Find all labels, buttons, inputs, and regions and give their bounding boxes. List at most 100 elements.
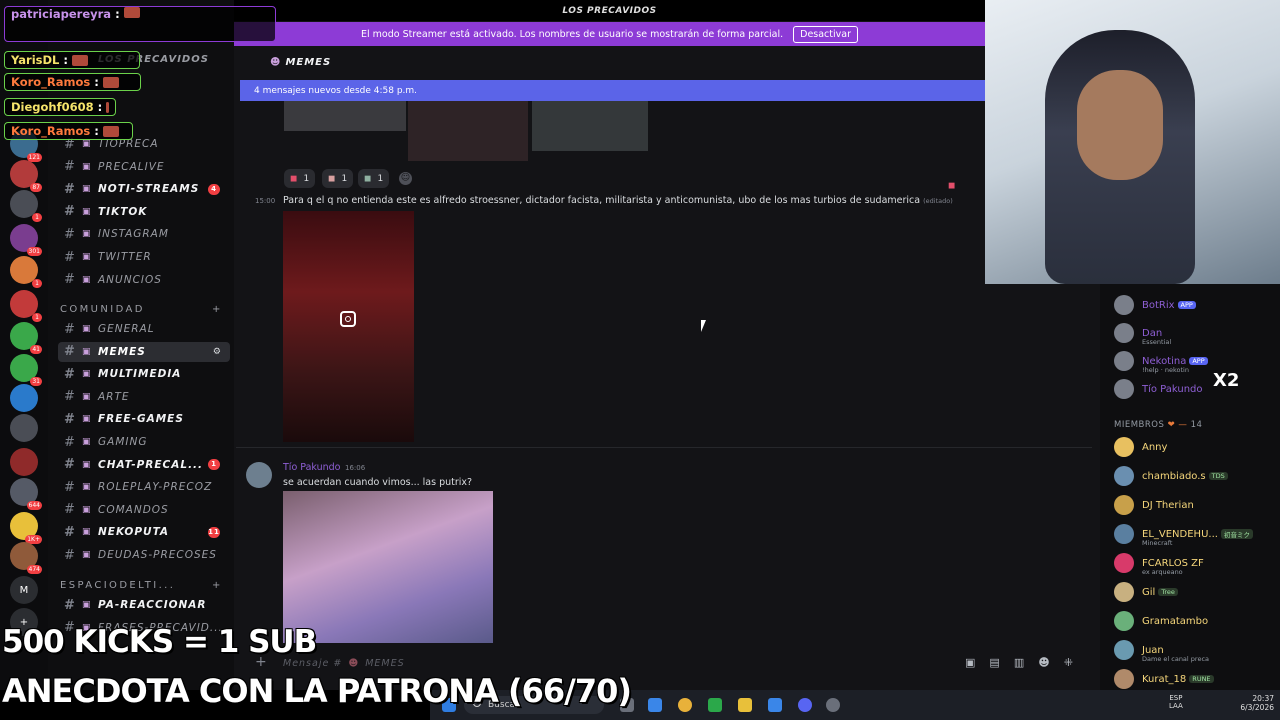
channel-noti-streams[interactable]: # ▣ NOTI-STREAMS 4 xyxy=(58,179,230,199)
member-name: Anny xyxy=(1142,441,1168,453)
emoji-icon[interactable]: ☻ xyxy=(1038,656,1063,669)
obs-icon[interactable] xyxy=(826,698,840,712)
server-icon[interactable]: 41 xyxy=(10,322,42,354)
chat-username: Koro_Ramos xyxy=(11,124,91,138)
unread-count-badge: 1 xyxy=(208,459,220,471)
channel-general[interactable]: # ▣ GENERAL xyxy=(58,319,230,339)
new-messages-bar[interactable]: 4 mensajes nuevos desde 4:58 p.m. xyxy=(240,80,985,101)
image-attachment[interactable] xyxy=(283,491,493,643)
server-icon[interactable]: 31 xyxy=(10,354,42,386)
member-row[interactable]: DJ Therian xyxy=(1114,492,1280,518)
channel-precalive[interactable]: # ▣ PRECALIVE xyxy=(58,157,230,177)
message-author[interactable]: Tío Pakundo xyxy=(283,462,341,473)
chat-emote-icon xyxy=(71,54,88,66)
chat-emote-icon xyxy=(102,125,119,137)
store-icon[interactable] xyxy=(768,698,782,712)
member-row[interactable]: Tío Pakundo xyxy=(1114,376,1280,402)
channel-roleplay-precoz[interactable]: # ▣ ROLEPLAY-PRECOZ xyxy=(58,477,230,497)
member-row[interactable]: FCARLOS ZF ex arqueano xyxy=(1114,550,1280,576)
chat-colon: : xyxy=(97,100,103,114)
reaction-2[interactable]: ◼ 1 xyxy=(322,169,354,188)
xbox-icon[interactable] xyxy=(708,698,722,712)
channel-emoji-icon: ▣ xyxy=(82,252,92,262)
stream-overlay-line2: ANECDOTA CON LA PATRONA (66/70) xyxy=(2,672,632,710)
clock-time: 20:37 xyxy=(1252,694,1274,703)
language-indicator[interactable]: ESP LAA xyxy=(1169,694,1183,710)
message-body: se acuerdan cuando vimos... las putrix? xyxy=(283,477,473,488)
member-row[interactable]: Dan Essential xyxy=(1114,320,1280,346)
server-icon[interactable]: 1K+ xyxy=(10,512,42,544)
category-comunidad[interactable]: COMUNIDAD + xyxy=(60,304,220,315)
member-row[interactable]: EL_VENDEHU... 初音ミク Minecraft xyxy=(1114,521,1280,547)
reaction-hover-icon[interactable]: ◼ xyxy=(948,181,955,191)
clock[interactable]: 20:37 6/3/2026 xyxy=(1230,694,1274,712)
discord-icon[interactable] xyxy=(798,698,812,712)
avatar xyxy=(1114,323,1134,343)
media-thumb-1[interactable] xyxy=(284,101,406,131)
server-icon[interactable]: 1 xyxy=(10,290,42,322)
reaction-1[interactable]: ◼ 1 xyxy=(284,169,316,188)
server-icon[interactable] xyxy=(10,448,38,476)
channel-name: COMANDOS xyxy=(98,503,169,516)
server-icon[interactable]: 474 xyxy=(10,542,42,574)
member-row[interactable]: Kurat_18 RUNE xyxy=(1114,666,1280,692)
channel-comandos[interactable]: # ▣ COMANDOS xyxy=(58,500,230,520)
channel-twitter[interactable]: # ▣ TWITTER xyxy=(58,247,230,267)
server-icon[interactable]: 1 xyxy=(10,256,42,288)
channel-name: PRECALIVE xyxy=(98,160,165,173)
channel-settings-icon[interactable]: ⚙ xyxy=(213,347,222,357)
channel-emoji-icon: ▣ xyxy=(82,527,92,538)
member-row[interactable]: Nekotina APP !help · nekotin xyxy=(1114,348,1280,374)
channel-anuncios[interactable]: # ▣ ANUNCIOS xyxy=(58,270,230,290)
member-row[interactable]: BotRix APP xyxy=(1114,292,1280,318)
add-reaction-icon[interactable]: ☺ xyxy=(399,172,412,185)
server-icon[interactable]: 1 xyxy=(10,190,42,222)
category-espacio[interactable]: ESPACIODELTI... + xyxy=(60,580,220,591)
media-thumb-2[interactable] xyxy=(408,101,528,161)
member-row[interactable]: Gramatambo xyxy=(1114,608,1280,634)
sticker-icon[interactable]: ▥ xyxy=(1014,656,1038,669)
channel-free-games[interactable]: # ▣ FREE-GAMES xyxy=(58,409,230,429)
member-row[interactable]: Anny xyxy=(1114,434,1280,460)
server-icon[interactable] xyxy=(10,414,38,442)
media-thumb-3[interactable] xyxy=(532,101,648,151)
server-badge: 31 xyxy=(30,377,42,386)
server-icon[interactable]: M xyxy=(10,576,38,604)
apps-icon[interactable]: ⁜ xyxy=(1064,656,1087,669)
channel-nekoputa[interactable]: # ▣ NEKOPUTA 11 xyxy=(58,522,230,542)
channel-emoji-icon: ▣ xyxy=(82,229,92,240)
add-channel-icon[interactable]: + xyxy=(212,580,223,591)
channel-tiktok[interactable]: # ▣ TIKTOK xyxy=(58,202,230,222)
server-icon[interactable]: 644 xyxy=(10,478,42,510)
avatar[interactable] xyxy=(246,462,272,488)
channel-multimedia[interactable]: # ▣ MULTIMEDIA xyxy=(58,364,230,384)
channel-pa-reaccionar[interactable]: # ▣ PA-REACCIONAR xyxy=(58,595,230,615)
streamer-deactivate-button[interactable]: Desactivar xyxy=(793,25,858,43)
channel-emoji-icon: ☻ xyxy=(270,56,282,68)
channel-name: ANUNCIOS xyxy=(98,273,162,286)
file-explorer-icon[interactable] xyxy=(738,698,752,712)
member-status: !help · nekotin xyxy=(1142,366,1189,374)
copilot-icon[interactable] xyxy=(648,698,662,712)
member-row[interactable]: Juan Dame el canal preca xyxy=(1114,637,1280,663)
hash-icon: # xyxy=(64,272,76,288)
channel-gaming[interactable]: # ▣ GAMING xyxy=(58,432,230,452)
channel-arte[interactable]: # ▣ ARTE xyxy=(58,387,230,407)
chrome-icon[interactable] xyxy=(678,698,692,712)
instagram-icon xyxy=(340,311,356,327)
channel-instagram[interactable]: # ▣ INSTAGRAM xyxy=(58,224,230,244)
channel-deudas-precoses[interactable]: # ▣ DEUDAS-PRECOSES xyxy=(58,545,230,565)
server-icon[interactable] xyxy=(10,384,38,412)
server-icon[interactable]: 301 xyxy=(10,224,42,256)
instagram-embed[interactable] xyxy=(283,211,414,442)
add-channel-icon[interactable]: + xyxy=(212,304,223,315)
reaction-3[interactable]: ◼ 1 xyxy=(358,169,390,188)
member-row[interactable]: chambiado.s TDS xyxy=(1114,463,1280,489)
gift-icon[interactable]: ▣ xyxy=(965,656,989,669)
channel-memes[interactable]: # ▣ MEMES ⚙ xyxy=(58,341,230,362)
channel-chat-precal-[interactable]: # ▣ CHAT-PRECAL... 1 xyxy=(58,455,230,475)
hash-icon: # xyxy=(64,597,76,613)
gif-icon[interactable]: ▤ xyxy=(989,656,1013,669)
member-row[interactable]: Gil Tree xyxy=(1114,579,1280,605)
server-icon[interactable]: 87 xyxy=(10,160,42,192)
